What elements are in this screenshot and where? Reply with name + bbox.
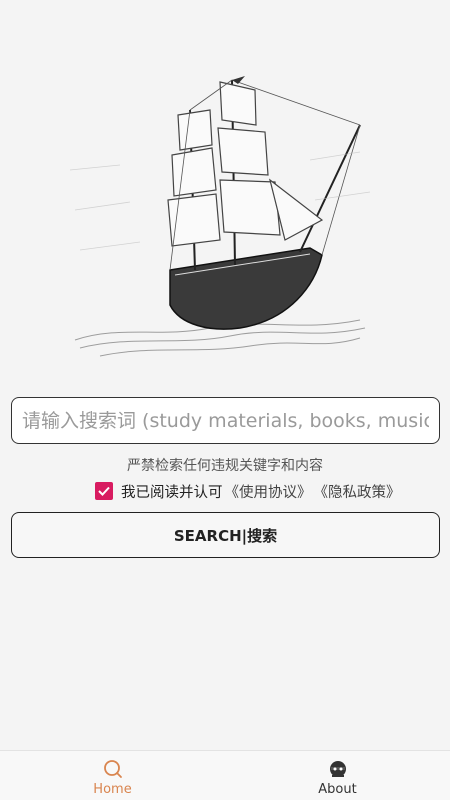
app-screen: 严禁检索任何违规关键字和内容 我已阅读并认可 《使用协议》 《隐私政策》 SEA… [0,0,450,800]
checkmark-icon [98,486,110,496]
nav-label-about: About [318,782,357,797]
search-icon [103,760,122,778]
search-input[interactable] [22,409,429,432]
privacy-link[interactable]: 《隐私政策》 [314,481,401,502]
terms-link[interactable]: 《使用协议》 [225,481,312,502]
nav-item-home[interactable]: Home [0,751,225,800]
nav-label-home: Home [93,782,132,797]
search-field-container[interactable] [11,397,440,444]
agreement-text: 我已阅读并认可 [121,484,223,501]
agreement-row: 我已阅读并认可 《使用协议》 《隐私政策》 [95,480,401,502]
sailing-ship-icon [69,76,371,357]
pirate-icon [329,761,346,777]
agree-checkbox[interactable] [95,482,113,500]
nav-item-about[interactable]: About [225,751,450,800]
content-notice: 严禁检索任何违规关键字和内容 [127,458,323,474]
ship-illustration [60,70,380,360]
search-button[interactable]: SEARCH|搜索 [11,512,440,558]
bottom-navigation: Home About [0,750,450,800]
